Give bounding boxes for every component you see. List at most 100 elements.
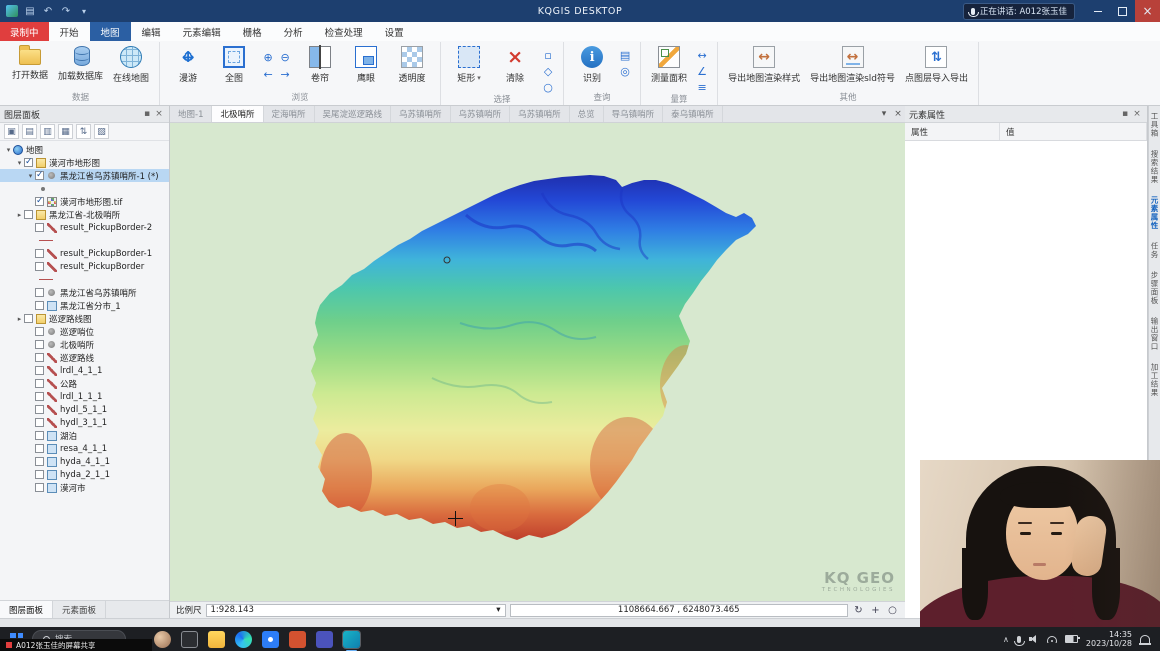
taskbar-clock[interactable]: 14:35 2023/10/28 (1086, 630, 1132, 648)
tab-list-dropdown-icon[interactable] (877, 106, 891, 122)
query-spatial-icon[interactable] (618, 64, 632, 78)
ribbon-tab-编辑[interactable]: 编辑 (131, 22, 172, 41)
refresh-icon[interactable] (852, 604, 865, 617)
pin-icon[interactable] (141, 109, 153, 119)
ribbon-tab-开始[interactable]: 开始 (49, 22, 90, 41)
measure-result-icon[interactable] (695, 80, 709, 94)
ribbon-tab-检查处理[interactable]: 检查处理 (314, 22, 374, 41)
ribbon-button-点图层导入导出[interactable]: 点图层导入导出 (900, 43, 973, 86)
layer-tree-item[interactable]: ▸黑龙江省-北极哨所 (0, 208, 169, 221)
layer-visibility-checkbox[interactable] (35, 366, 44, 375)
maximize-button[interactable] (1110, 0, 1135, 22)
map-tab[interactable]: 地图-1 (170, 106, 212, 122)
layer-visibility-checkbox[interactable] (24, 314, 33, 323)
task-view-taskbar-icon[interactable] (181, 631, 198, 648)
nav-back-icon[interactable] (261, 67, 275, 81)
tree-expander-icon[interactable]: ▾ (26, 172, 35, 180)
query-attribute-icon[interactable] (618, 48, 632, 62)
layer-tree-item[interactable]: ▾地图 (0, 143, 169, 156)
layer-visibility-checkbox[interactable] (35, 353, 44, 362)
map-tab[interactable]: 泰乌镇哨所 (663, 106, 723, 122)
side-tab-工具箱[interactable]: 工具箱 (1149, 112, 1160, 138)
tree-expander-icon[interactable]: ▾ (4, 146, 13, 154)
layer-visibility-checkbox[interactable] (35, 327, 44, 336)
side-tab-步骤面板[interactable]: 步骤面板 (1149, 271, 1160, 305)
panel-tab-元素面板[interactable]: 元素面板 (53, 601, 106, 618)
side-tab-元素属性[interactable]: 元素属性 (1149, 196, 1160, 230)
map-tab[interactable]: 北极哨所 (212, 106, 263, 122)
layer-tree-item[interactable]: 黑龙江省分市_1 (0, 299, 169, 312)
tree-visibility-icon[interactable]: ▥ (40, 124, 55, 139)
layer-visibility-checkbox[interactable] (35, 418, 44, 427)
tree-sort-icon[interactable]: ⇅ (76, 124, 91, 139)
ribbon-button-识别[interactable]: 识别 (569, 43, 615, 86)
map-canvas[interactable]: KQ GEO TECHNOLOGIES (170, 123, 905, 601)
close-panel-icon[interactable] (1131, 109, 1143, 119)
layer-tree-item[interactable]: hydl_5_1_1 (0, 403, 169, 416)
side-tab-加工结果[interactable]: 加工结果 (1149, 363, 1160, 397)
layer-visibility-checkbox[interactable] (35, 197, 44, 206)
select-lasso-icon[interactable] (541, 80, 555, 94)
tray-speaker-icon[interactable] (1029, 635, 1039, 643)
layer-tree-item[interactable]: ▸巡逻路线图 (0, 312, 169, 325)
map-tab[interactable]: 总览 (570, 106, 604, 122)
undo-icon[interactable] (42, 6, 54, 17)
layer-visibility-checkbox[interactable] (24, 210, 33, 219)
minimize-button[interactable] (1085, 0, 1110, 22)
layer-visibility-checkbox[interactable] (35, 301, 44, 310)
layer-tree-item[interactable]: lrdl_1_1_1 (0, 390, 169, 403)
ribbon-tab-元素编辑[interactable]: 元素编辑 (172, 22, 232, 41)
kqgis-taskbar-icon[interactable] (343, 631, 360, 648)
close-button[interactable]: × (1135, 0, 1160, 22)
map-tab[interactable]: 乌苏镇哨所 (451, 106, 511, 122)
layer-visibility-checkbox[interactable] (35, 340, 44, 349)
side-tab-输出窗口[interactable]: 输出窗口 (1149, 317, 1160, 351)
layer-tree-item[interactable]: 湖泊 (0, 429, 169, 442)
layer-tree-item[interactable]: 巡逻路线 (0, 351, 169, 364)
ribbon-tab-分析[interactable]: 分析 (273, 22, 314, 41)
select-polygon-icon[interactable] (541, 64, 555, 78)
teams-taskbar-icon[interactable] (316, 631, 333, 648)
save-icon[interactable] (24, 6, 36, 17)
tree-expander-icon[interactable]: ▾ (15, 159, 24, 167)
layer-visibility-checkbox[interactable] (35, 262, 44, 271)
select-point-icon[interactable] (541, 48, 555, 62)
layer-visibility-checkbox[interactable] (35, 249, 44, 258)
panel-tab-图层面板[interactable]: 图层面板 (0, 601, 53, 618)
ribbon-button-清除[interactable]: 清除 (492, 43, 538, 86)
tree-legend-icon[interactable]: ▦ (58, 124, 73, 139)
layer-visibility-checkbox[interactable] (35, 431, 44, 440)
maps-taskbar-icon[interactable] (262, 631, 279, 648)
tray-chevron-up-icon[interactable]: ∧ (1003, 635, 1009, 644)
record-status-tab[interactable]: 录制中 (0, 22, 49, 41)
layer-tree-item[interactable]: 北极哨所 (0, 338, 169, 351)
tray-mic-icon[interactable] (1017, 636, 1021, 643)
ribbon-button-鹰眼[interactable]: 鹰眼 (343, 43, 389, 86)
layer-tree-item[interactable]: resa_4_1_1 (0, 442, 169, 455)
tree-filter-icon[interactable]: ▧ (94, 124, 109, 139)
layer-tree-item[interactable]: hydl_3_1_1 (0, 416, 169, 429)
powerpoint-taskbar-icon[interactable] (289, 631, 306, 648)
ribbon-button-在线地图[interactable]: 在线地图 (108, 43, 154, 86)
ribbon-tab-栅格[interactable]: 栅格 (232, 22, 273, 41)
layer-visibility-checkbox[interactable] (35, 223, 44, 232)
layer-visibility-checkbox[interactable] (35, 483, 44, 492)
layer-visibility-checkbox[interactable] (24, 158, 33, 167)
measure-length-icon[interactable] (695, 48, 709, 62)
map-tab[interactable]: 定海哨所 (264, 106, 315, 122)
tree-expander-icon[interactable]: ▸ (15, 211, 24, 219)
avatar-taskbar-icon[interactable] (154, 631, 171, 648)
tray-battery-icon[interactable] (1065, 635, 1078, 643)
nav-forward-icon[interactable] (278, 67, 292, 81)
locate-icon[interactable] (869, 604, 882, 617)
close-panel-icon[interactable] (153, 109, 165, 119)
layer-visibility-checkbox[interactable] (35, 470, 44, 479)
ribbon-button-导出地图渲染样式[interactable]: 导出地图渲染样式 (723, 43, 805, 86)
ribbon-button-矩形[interactable]: 矩形 (446, 43, 492, 86)
zoom-in-icon[interactable] (261, 50, 275, 64)
layer-tree-item[interactable]: ▾黑龙江省乌苏镇哨所-1 (*) (0, 169, 169, 182)
layer-tree-item[interactable]: 公路 (0, 377, 169, 390)
ribbon-button-打开数据[interactable]: 打开数据 (7, 43, 53, 83)
redo-icon[interactable] (60, 6, 72, 17)
layer-tree-item[interactable]: 漠河市地形图.tif (0, 195, 169, 208)
